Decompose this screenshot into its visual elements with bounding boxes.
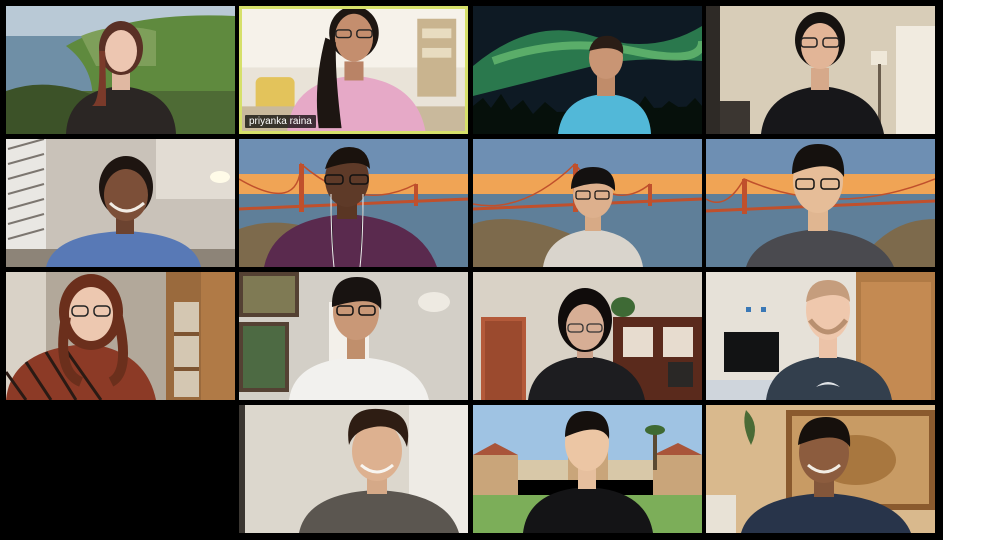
- participant-video-tile-active-speaker[interactable]: priyanka raina: [239, 6, 468, 134]
- participant-video-tile[interactable]: [6, 272, 235, 400]
- participant-avatar: [287, 9, 426, 131]
- participant-avatar: [741, 417, 911, 533]
- participant-video-tile[interactable]: [473, 272, 702, 400]
- video-call-window: priyanka raina: [0, 0, 943, 540]
- participant-avatar: [528, 288, 645, 400]
- participant-video-tile[interactable]: [706, 272, 935, 400]
- participant-video-tile[interactable]: [706, 139, 935, 267]
- participant-name-label: priyanka raina: [245, 115, 316, 128]
- participant-video-tile[interactable]: [473, 139, 702, 267]
- participant-avatar: [289, 277, 429, 400]
- participant-video-tile[interactable]: [473, 405, 702, 533]
- participant-avatar: [46, 156, 201, 267]
- participant-video-tile[interactable]: [706, 6, 935, 134]
- page-margin: [943, 0, 985, 540]
- participant-avatar: [558, 35, 651, 134]
- participant-avatar: [6, 274, 156, 400]
- participant-avatar: [746, 144, 894, 267]
- participant-avatar: [761, 12, 884, 134]
- participant-video-tile[interactable]: [239, 139, 468, 267]
- participant-video-tile[interactable]: [6, 139, 235, 267]
- participant-avatar: [264, 147, 437, 267]
- participant-avatar: [299, 408, 459, 533]
- participant-video-tile[interactable]: [706, 405, 935, 533]
- participant-video-tile[interactable]: [473, 6, 702, 134]
- participant-avatar: [66, 21, 176, 134]
- participant-avatar: [766, 280, 892, 400]
- participant-video-tile[interactable]: [239, 405, 468, 533]
- participant-video-tile[interactable]: [239, 272, 468, 400]
- participant-avatar: [523, 411, 653, 533]
- participant-video-tile[interactable]: [6, 6, 235, 134]
- participant-avatar: [543, 167, 643, 267]
